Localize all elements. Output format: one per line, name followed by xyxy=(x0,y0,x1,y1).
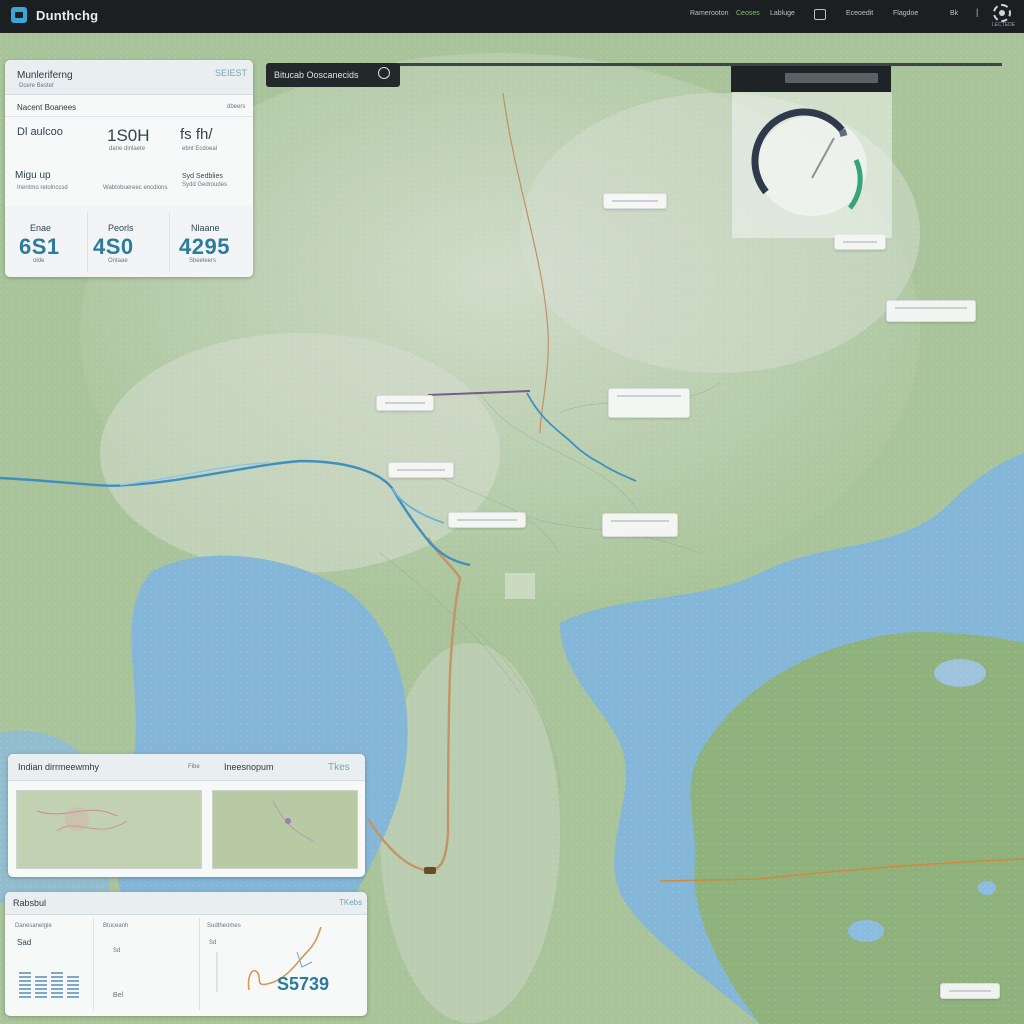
map-label[interactable] xyxy=(603,193,667,209)
kpi-value: 6S1 xyxy=(19,234,60,259)
search-bar[interactable]: Bitucab Ooscanecids xyxy=(266,63,400,87)
col-footer: Bel xyxy=(113,992,124,999)
kpi-caption: Ontaae xyxy=(108,258,128,264)
gauge-chart xyxy=(751,108,867,216)
col-header: Btuceanh xyxy=(103,923,129,929)
map-label[interactable] xyxy=(376,395,434,411)
search-label: Bitucab Ooscanecids xyxy=(274,70,359,80)
minimap-left-graphic xyxy=(17,791,201,868)
report-sparkline xyxy=(216,926,322,992)
col-value: Sad xyxy=(17,938,32,947)
minimap-panel-header: Indian dirrmeewmhy Fibe Ineesnopum Tkes xyxy=(8,754,365,781)
settings-label: LECTEDE xyxy=(992,22,1016,28)
report-total: S5739 xyxy=(277,974,330,994)
gauge-header-title-bar xyxy=(785,73,878,83)
minimap-panel: Indian dirrmeewmhy Fibe Ineesnopum Tkes xyxy=(8,754,365,877)
kpi-label: Nlaane xyxy=(191,223,220,233)
stats-panel-subtitle: Dcere Bestet xyxy=(19,83,54,89)
nav-item-ceoses[interactable]: Ceoses xyxy=(736,10,760,17)
row-caption: Wabtobuereec encdions xyxy=(103,185,168,191)
minimap-left-title: Indian dirrmeewmhy xyxy=(18,762,100,772)
divider xyxy=(5,116,253,117)
section-label: Nacent Boanees xyxy=(17,103,77,112)
nav-item-bk[interactable]: Bk xyxy=(950,10,958,17)
row-caption: Sydd Gedroudes xyxy=(182,182,228,188)
map-label[interactable] xyxy=(608,388,690,418)
divider xyxy=(93,918,94,1010)
report-panel-header: Rabsbul TKebs xyxy=(5,892,367,915)
search-icon[interactable] xyxy=(378,67,390,79)
section-meta[interactable]: dbeers xyxy=(227,104,245,110)
stat-value: fs fh/ xyxy=(180,126,213,143)
stats-panel-badge[interactable]: SEIEST xyxy=(215,68,247,78)
stat-caption: dane dinlaete xyxy=(109,146,146,152)
kpi-value: 4295 xyxy=(179,234,230,259)
kpi-caption: Sbeeleers xyxy=(189,258,217,264)
row-label: Syd Sedblies xyxy=(182,173,223,180)
nav-item-eceoedit[interactable]: Eceoedit xyxy=(846,10,873,17)
row-label: Migu up xyxy=(15,170,51,181)
map-label[interactable] xyxy=(388,462,454,478)
col-value: Sd xyxy=(113,948,121,954)
divider-icon: | xyxy=(976,7,979,17)
stat-caption: ebnt Ecdoeal xyxy=(182,146,218,152)
app-title: Dunthchg xyxy=(36,8,99,23)
gauge-track-end xyxy=(838,128,848,137)
stat-value: Dl aulcoo xyxy=(17,126,63,138)
stat-value: 1S0H xyxy=(107,126,150,145)
grid-icon[interactable] xyxy=(814,9,826,20)
search-divider xyxy=(398,63,1002,66)
col-header: Danesanelgie xyxy=(15,923,52,929)
dashboard-root: Dunthchg Ramerooton Ceoses Labluge Eceoe… xyxy=(0,0,1024,1024)
kpi-label: Peorls xyxy=(108,223,134,233)
settings-gear-icon[interactable] xyxy=(993,4,1011,22)
minimap-left[interactable] xyxy=(16,790,202,869)
kpi-label: Enae xyxy=(30,223,52,233)
map-label[interactable] xyxy=(886,300,976,322)
minimap-left-meta[interactable]: Fibe xyxy=(188,764,200,770)
stats-panel: Munleriferng Dcere Bestet SEIEST Nacent … xyxy=(5,60,253,277)
stats-panel-title: Munleriferng xyxy=(17,70,73,81)
minimap-right-meta[interactable]: Tkes xyxy=(328,762,350,773)
nav-item-labluge[interactable]: Labluge xyxy=(770,10,795,17)
nav-item-ramerooton[interactable]: Ramerooton xyxy=(690,10,729,17)
map-label[interactable] xyxy=(940,983,1000,999)
row-caption: Inentmo retolnccsd xyxy=(17,185,68,191)
nav-item-flagdoe[interactable]: Flagdoe xyxy=(893,10,918,17)
gauge-panel xyxy=(732,92,892,238)
report-title: Rabsbul xyxy=(13,898,47,908)
top-navigation-bar: Dunthchg Ramerooton Ceoses Labluge Eceoe… xyxy=(0,0,1024,33)
map-label[interactable] xyxy=(602,513,678,537)
report-panel: Rabsbul TKebs Danesanelgie Sad Btuceanh … xyxy=(5,892,367,1016)
mini-bar-grid xyxy=(19,968,79,998)
report-meta[interactable]: TKebs xyxy=(339,898,362,907)
minimap-right-title: Ineesnopum xyxy=(224,762,274,772)
kpi-value: 4S0 xyxy=(93,234,134,259)
map-label[interactable] xyxy=(448,512,526,528)
divider xyxy=(169,212,170,272)
kpi-caption: olde xyxy=(33,258,45,264)
settlement-marker xyxy=(505,573,535,599)
app-logo-icon[interactable] xyxy=(11,7,27,23)
minimap-right-graphic xyxy=(213,791,357,868)
divider xyxy=(199,918,200,1010)
minimap-right[interactable] xyxy=(212,790,358,869)
road-junction-marker xyxy=(424,867,436,874)
divider xyxy=(87,212,88,272)
stats-panel-header: Munleriferng Dcere Bestet SEIEST xyxy=(5,60,253,95)
